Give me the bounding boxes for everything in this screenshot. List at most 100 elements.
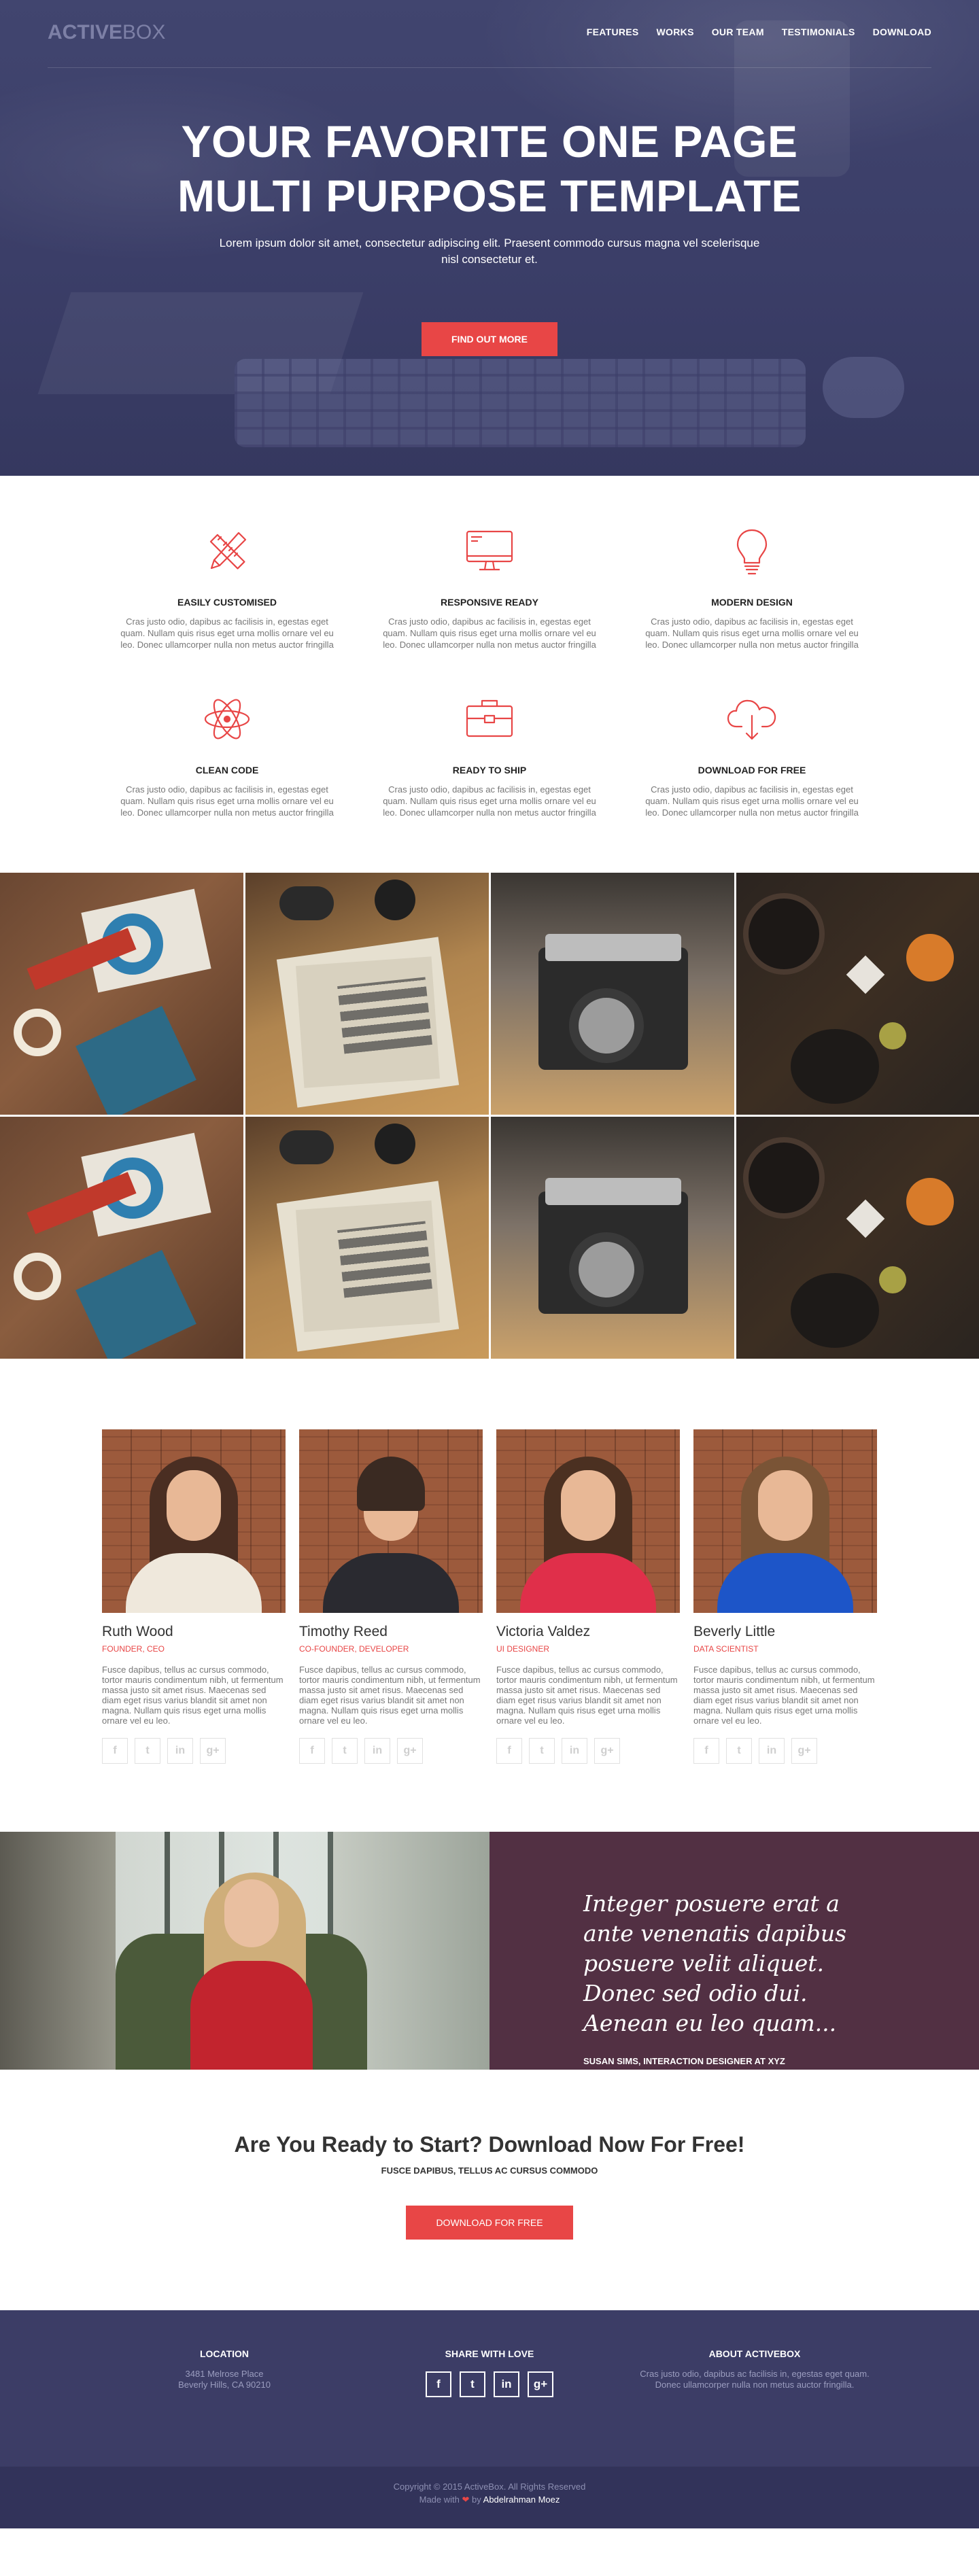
facebook-icon[interactable]: f [693,1738,719,1764]
site-logo[interactable]: ACTIVEBOX [48,20,165,45]
footer-about-title: ABOUT ACTIVEBOX [708,2348,801,2359]
team-member-card: Timothy Reed CO-FOUNDER, DEVELOPER Fusce… [299,1429,483,1764]
gallery-image-kitchen[interactable] [736,873,979,1115]
features-row-2: CLEAN CODE Cras justo odio, dapibus ac f… [0,691,979,818]
hero-background-mouse [823,357,904,418]
feature-text: Cras justo odio, dapibus ac facilisis in… [120,784,334,818]
google-plus-icon[interactable]: g+ [397,1738,423,1764]
nav-link-download[interactable]: DOWNLOAD [873,27,931,37]
features-row-1: EASILY CUSTOMISED Cras justo odio, dapib… [0,523,979,650]
hero-title: YOUR FAVORITE ONE PAGE MULTI PURPOSE TEM… [0,114,979,223]
nav-link-testimonials[interactable]: TESTIMONIALS [782,27,855,37]
facebook-icon[interactable]: f [102,1738,128,1764]
footer-address: 3481 Melrose Place Beverly Hills, CA 902… [109,2369,340,2390]
works-gallery [0,873,979,1359]
testimonial-section: Integer posuere erat a ante venenatis da… [0,1832,979,2070]
twitter-icon[interactable]: t [332,1738,358,1764]
testimonial-photo [0,1832,490,2070]
footer: LOCATION 3481 Melrose Place Beverly Hill… [0,2310,979,2467]
feature-text: Cras justo odio, dapibus ac facilisis in… [383,616,596,650]
author-link[interactable]: Abdelrahman Moez [483,2494,560,2505]
nav-link-features[interactable]: FEATURES [587,27,639,37]
team-member-bio: Fusce dapibus, tellus ac cursus commodo,… [496,1665,678,1726]
gallery-image-notebook[interactable] [245,873,489,1115]
find-out-more-button[interactable]: FIND OUT MORE [422,322,557,356]
lightbulb-icon [736,529,768,575]
team-member-socials: f t in g+ [496,1738,680,1764]
feature-item: EASILY CUSTOMISED Cras justo odio, dapib… [113,523,341,650]
footer-share-title: SHARE WITH LOVE [445,2348,534,2359]
feature-title: RESPONSIVE READY [441,597,538,608]
feature-text: Cras justo odio, dapibus ac facilisis in… [645,784,859,818]
team-member-name: Beverly Little [693,1624,776,1639]
footer-address-line1: 3481 Melrose Place [185,2369,264,2379]
gallery-image-kitchen[interactable] [736,1117,979,1359]
linkedin-icon[interactable]: in [494,2371,519,2397]
features-section: EASILY CUSTOMISED Cras justo odio, dapib… [0,476,979,873]
feature-title: MODERN DESIGN [711,597,793,608]
twitter-icon[interactable]: t [135,1738,160,1764]
cloud-download-icon [727,699,776,740]
download-for-free-button[interactable]: DOWNLOAD FOR FREE [406,2206,573,2240]
google-plus-icon[interactable]: g+ [528,2371,553,2397]
feature-item: RESPONSIVE READY Cras justo odio, dapibu… [375,523,604,650]
made-with-label: Made with [419,2494,460,2505]
team-member-role: UI DESIGNER [496,1644,550,1654]
briefcase-icon [466,699,513,737]
twitter-icon[interactable]: t [460,2371,485,2397]
feature-title: READY TO SHIP [452,765,527,776]
gallery-image-stationery[interactable] [0,1117,243,1359]
feature-text: Cras justo odio, dapibus ac facilisis in… [120,616,334,650]
facebook-icon[interactable]: f [426,2371,451,2397]
footer-share: SHARE WITH LOVE f t in g+ [374,2348,605,2467]
feature-item: MODERN DESIGN Cras justo odio, dapibus a… [638,523,866,650]
logo-part-box: BOX [122,21,166,43]
facebook-icon[interactable]: f [496,1738,522,1764]
team-member-bio: Fusce dapibus, tellus ac cursus commodo,… [102,1665,284,1726]
team-section: Ruth Wood FOUNDER, CEO Fusce dapibus, te… [0,1359,979,1832]
team-member-photo [102,1429,286,1613]
team-member-role: DATA SCIENTIST [693,1644,759,1654]
linkedin-icon[interactable]: in [167,1738,193,1764]
feature-title: EASILY CUSTOMISED [177,597,277,608]
twitter-icon[interactable]: t [726,1738,752,1764]
hero-content: YOUR FAVORITE ONE PAGE MULTI PURPOSE TEM… [0,114,979,356]
team-member-role: FOUNDER, CEO [102,1644,165,1654]
linkedin-icon[interactable]: in [562,1738,587,1764]
top-navigation: ACTIVEBOX FEATURES WORKS OUR TEAM TESTIM… [48,20,931,68]
team-member-socials: f t in g+ [299,1738,483,1764]
gallery-image-camera[interactable] [491,1117,734,1359]
gallery-image-stationery[interactable] [0,873,243,1115]
google-plus-icon[interactable]: g+ [200,1738,226,1764]
nav-links: FEATURES WORKS OUR TEAM TESTIMONIALS DOW… [587,27,931,37]
facebook-icon[interactable]: f [299,1738,325,1764]
team-member-photo [496,1429,680,1613]
feature-title: DOWNLOAD FOR FREE [698,765,806,776]
feature-text: Cras justo odio, dapibus ac facilisis in… [645,616,859,650]
team-member-socials: f t in g+ [693,1738,877,1764]
cta-title: Are You Ready to Start? Download Now For… [234,2132,745,2157]
footer-about: ABOUT ACTIVEBOX Cras justo odio, dapibus… [639,2348,870,2467]
hero-title-line2: MULTI PURPOSE TEMPLATE [177,171,802,221]
monitor-icon [466,530,513,571]
nav-link-our-team[interactable]: OUR TEAM [712,27,764,37]
footer-location: LOCATION 3481 Melrose Place Beverly Hill… [109,2348,340,2467]
linkedin-icon[interactable]: in [759,1738,785,1764]
nav-link-works[interactable]: WORKS [657,27,694,37]
team-member-socials: f t in g+ [102,1738,286,1764]
linkedin-icon[interactable]: in [364,1738,390,1764]
pencil-ruler-icon [209,532,247,570]
gallery-image-notebook[interactable] [245,1117,489,1359]
twitter-icon[interactable]: t [529,1738,555,1764]
atom-icon [204,699,250,739]
team-member-bio: Fusce dapibus, tellus ac cursus commodo,… [693,1665,875,1726]
footer-location-title: LOCATION [199,2348,250,2359]
team-member-name: Ruth Wood [102,1624,173,1639]
google-plus-icon[interactable]: g+ [791,1738,817,1764]
cta-subtitle: FUSCE DAPIBUS, TELLUS AC CURSUS COMMODO [381,2165,598,2176]
team-member-card: Ruth Wood FOUNDER, CEO Fusce dapibus, te… [102,1429,286,1764]
gallery-image-camera[interactable] [491,873,734,1115]
download-cta-section: Are You Ready to Start? Download Now For… [0,2070,979,2310]
google-plus-icon[interactable]: g+ [594,1738,620,1764]
hero-subtitle: Lorem ipsum dolor sit amet, consectetur … [219,237,760,266]
